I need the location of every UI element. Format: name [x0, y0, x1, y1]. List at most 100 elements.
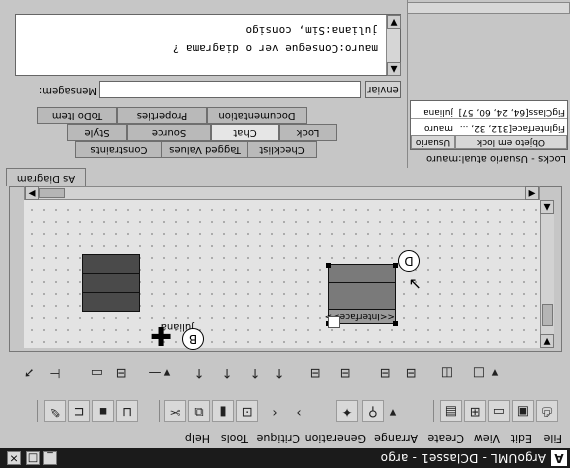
close-button[interactable]: × [7, 451, 21, 465]
dependency-tool-icon[interactable]: ↑ [268, 360, 290, 382]
text-tool-icon[interactable]: ⊟ [110, 360, 132, 382]
menu-generation[interactable]: Generation [305, 432, 366, 445]
association-tool-icon[interactable]: ⊟ [304, 360, 326, 382]
menu-arrange[interactable]: Arrange [374, 432, 418, 445]
search-icon[interactable]: ⚲ [362, 400, 384, 422]
tab-constraints[interactable]: Constraints [75, 141, 163, 158]
tab-checklist[interactable]: Checklist [247, 141, 317, 158]
menu-create[interactable]: Create [427, 432, 464, 445]
chat-message: juliana:Sim, consigo [245, 24, 378, 37]
open-icon[interactable]: ⊔ [116, 400, 138, 422]
menu-edit[interactable]: Edit [511, 432, 532, 445]
menu-critique[interactable]: Critique [257, 432, 300, 445]
new-file-icon[interactable]: ✎ [44, 400, 66, 422]
chat-message: mauro:Consegue ver o diagrama ? [172, 42, 378, 55]
package-tool-icon[interactable]: ⊟ [374, 360, 396, 382]
locks-header-object: Objeto em lock [455, 135, 567, 149]
toolbar-separator [433, 400, 434, 422]
menu-view[interactable]: View [474, 432, 500, 445]
vertical-scrollbar[interactable]: ▼ ▲ [540, 200, 554, 348]
send-button[interactable]: enviar [365, 81, 401, 98]
tab-properties[interactable]: Properties [117, 107, 207, 124]
note-tool-icon[interactable]: ◫ [436, 360, 458, 382]
scroll-up-icon[interactable]: ▼ [540, 334, 554, 348]
message-label: Mensagem: [38, 85, 97, 96]
uml-class-box[interactable] [82, 254, 140, 312]
lock-object-2: FigClass[64, 24, 60, 57] [458, 107, 565, 117]
class-tool-icon[interactable]: ⊟ [400, 360, 422, 382]
minimize-button[interactable]: _ [43, 451, 57, 465]
critic-icon[interactable]: ✦ [336, 400, 358, 422]
select-tool-icon[interactable]: ➚ [18, 360, 40, 382]
comment-tool-icon[interactable]: ▭ [86, 360, 108, 382]
selection-handle[interactable] [326, 263, 331, 268]
menu-help[interactable]: Help [185, 432, 210, 445]
print-icon[interactable]: ⎙ [536, 400, 558, 422]
details-panel: Constraints Tagged Values Checklist Styl… [0, 0, 407, 168]
argouml-logo-icon: A [551, 450, 567, 466]
tab-lock[interactable]: Lock [279, 124, 337, 141]
copy-icon[interactable]: ⧉ [188, 400, 210, 422]
screen-icon[interactable]: ▭ [488, 400, 510, 422]
locks-panel: Locks - Usuario atual:mauro Objeto em lo… [407, 0, 570, 168]
find-icon[interactable]: ⊡ [236, 400, 258, 422]
mark-icon[interactable]: ▮ [212, 400, 234, 422]
lock-user-1: mauro [424, 123, 453, 133]
chat-transcript[interactable]: ▲ ▼ mauro:Consegue ver o diagrama ? juli… [15, 14, 401, 76]
scroll-down-icon[interactable]: ▲ [387, 62, 401, 76]
generalization-tool-icon[interactable]: ↑ [244, 360, 266, 382]
horizontal-scroll-thumb[interactable] [39, 188, 65, 198]
locks-table: Objeto em lock Usuario FigInterface[312,… [410, 100, 568, 150]
callout-b: B [182, 328, 204, 350]
tab-source[interactable]: Source [127, 124, 211, 141]
toolbar-separator [159, 400, 160, 422]
interface-tool-icon[interactable]: ⊟ [334, 360, 356, 382]
vertical-scroll-thumb[interactable] [542, 304, 553, 326]
open-folder-icon[interactable]: ⊏ [68, 400, 90, 422]
scroll-up-icon[interactable]: ▼ [387, 15, 401, 29]
broom-tool-icon[interactable]: ⊢ [44, 360, 66, 382]
tab-tagged-values[interactable]: Tagged Values [161, 141, 249, 158]
menu-file[interactable]: File [544, 432, 562, 445]
selection-handle[interactable] [393, 263, 398, 268]
package-icon[interactable]: ⊞ [464, 400, 486, 422]
horizontal-scrollbar[interactable]: ◀ ▶ [24, 186, 540, 200]
locks-title: Locks - Usuario atual:mauro [425, 153, 566, 164]
message-row: enviar Mensagem: [15, 80, 401, 98]
diagram-toolbar: ▾ □ ◫ ⊟ ⊟ ⊟ ⊟ ↑ ↑ ↑ ↑ ▾ — ⊟ ▭ ⊢ ➚ [0, 356, 570, 386]
maximize-button[interactable]: □ [26, 451, 40, 465]
navigate-back-icon[interactable]: ‹ [264, 400, 286, 422]
window-title: ArgoUML - DClasse1 - argo [380, 451, 547, 465]
tab-todo-item[interactable]: ToDo Item [37, 107, 117, 124]
save-icon[interactable]: ▪ [92, 400, 114, 422]
main-toolbar: ⎙ ▣ ▭ ⊞ ▤ ▾ ⚲ ✦ › ‹ ⊡ ▮ ⧉ ✂ ⊔ ▪ ⊏ ✎ [0, 394, 570, 428]
save-file-icon[interactable]: ▣ [512, 400, 534, 422]
tab-style[interactable]: Style [67, 124, 127, 141]
toolbar-separator [37, 400, 38, 422]
scroll-left-icon[interactable]: ▶ [25, 186, 39, 200]
lock-object-1: FigInterface[312, 32, ... [459, 123, 565, 133]
rectangle-tool-icon[interactable]: □ [468, 360, 490, 382]
cut-icon[interactable]: ✂ [164, 400, 186, 422]
realization-tool-icon[interactable]: ↑ [216, 360, 238, 382]
lock-user-2: juliana [423, 107, 453, 117]
selection-handle[interactable] [393, 321, 398, 326]
message-input[interactable] [99, 81, 361, 98]
aggregation-tool-icon[interactable]: ↑ [188, 360, 210, 382]
scroll-down-icon[interactable]: ▲ [540, 200, 554, 214]
scroll-right-icon[interactable]: ◀ [525, 186, 539, 200]
chevron-down-icon[interactable]: ▾ [382, 400, 404, 422]
menu-tools[interactable]: Tools [221, 432, 248, 445]
chat-scrollbar[interactable]: ▲ ▼ [386, 15, 401, 76]
navigate-forward-icon[interactable]: › [288, 400, 310, 422]
callout-d: D [398, 250, 420, 272]
tab-documentation[interactable]: Documentation [207, 107, 307, 124]
menu-bar: File Edit View Create Arrange Generation… [0, 428, 570, 448]
locks-header-user: Usuario [411, 135, 455, 149]
tab-chat[interactable]: Chat [211, 124, 279, 141]
note-icon[interactable] [328, 316, 340, 328]
line-tool-icon[interactable]: — [144, 360, 166, 382]
document-icon[interactable]: ▤ [440, 400, 462, 422]
tab-as-diagram[interactable]: As Diagram [6, 168, 86, 186]
uml-interface-box[interactable]: <<Interface>> [325, 264, 396, 324]
